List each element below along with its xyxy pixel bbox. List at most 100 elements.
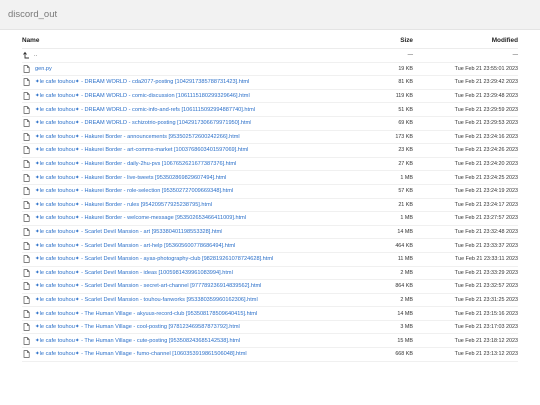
file-icon [22, 241, 31, 250]
file-link[interactable]: ✦le cafe touhou✦ - DREAM WORLD - comic-i… [35, 107, 255, 113]
file-modified: Tue Feb 21 23:29:48 2023 [454, 93, 518, 100]
file-link[interactable]: ✦le cafe touhou✦ - The Human Village - c… [35, 324, 240, 330]
file-row[interactable]: ✦le cafe touhou✦ - The Human Village - a… [22, 307, 518, 321]
title-bar: discord_out [0, 0, 540, 30]
file-modified: Tue Feb 21 23:24:20 2023 [454, 161, 518, 168]
column-modified-header[interactable]: Modified [413, 37, 518, 44]
file-row[interactable]: ✦le cafe touhou✦ - Scarlet Devil Mansion… [22, 253, 518, 267]
file-modified: Tue Feb 21 23:13:12 2023 [454, 351, 518, 358]
file-link[interactable]: ✦le cafe touhou✦ - The Human Village - a… [35, 311, 257, 317]
file-modified: Tue Feb 21 23:18:12 2023 [454, 337, 518, 344]
file-link[interactable]: ✦le cafe touhou✦ - The Human Village - c… [35, 338, 240, 344]
parent-directory-row[interactable]: .. — — [22, 49, 518, 63]
file-icon [22, 201, 31, 209]
file-icon [22, 65, 31, 73]
file-link[interactable]: ✦le cafe touhou✦ - Scarlet Devil Mansion… [35, 243, 235, 249]
file-size: 27 KB [398, 161, 413, 168]
file-link[interactable]: gen.py [35, 66, 52, 72]
file-size: 51 KB [398, 106, 413, 113]
column-name-header[interactable]: Name [22, 37, 373, 44]
file-modified: Tue Feb 21 23:24:16 2023 [454, 133, 518, 140]
file-row[interactable]: gen.py 19 KB Tue Feb 21 23:55:01 2023 [22, 63, 518, 77]
file-size: 1 MB [400, 174, 413, 181]
file-size: 464 KB [395, 242, 413, 249]
file-modified: Tue Feb 21 23:32:48 2023 [454, 229, 518, 236]
file-icon [22, 309, 31, 318]
file-size: 69 KB [398, 120, 413, 127]
file-link[interactable]: ✦le cafe touhou✦ - Scarlet Devil Mansion… [35, 283, 261, 289]
file-row[interactable]: ✦le cafe touhou✦ - Scarlet Devil Mansion… [22, 294, 518, 308]
file-link[interactable]: ✦le cafe touhou✦ - Hakurei Border - art-… [35, 147, 248, 153]
file-row[interactable]: ✦le cafe touhou✦ - DREAM WORLD - comic-i… [22, 103, 518, 117]
file-link[interactable]: ✦le cafe touhou✦ - The Human Village - f… [35, 351, 247, 357]
file-modified: Tue Feb 21 23:29:59 2023 [454, 106, 518, 113]
file-size: 668 KB [395, 351, 413, 358]
file-modified: Tue Feb 21 23:33:11 2023 [455, 256, 518, 263]
file-size: 119 KB [395, 93, 413, 100]
file-link[interactable]: ✦le cafe touhou✦ - Scarlet Devil Mansion… [35, 297, 258, 303]
parent-modified: — [512, 52, 518, 59]
file-modified: Tue Feb 21 23:33:29 2023 [454, 269, 518, 276]
file-link[interactable]: ✦le cafe touhou✦ - DREAM WORLD - comic-d… [35, 93, 250, 99]
file-link[interactable]: ✦le cafe touhou✦ - Hakurei Border - dail… [35, 161, 236, 167]
file-modified: Tue Feb 21 23:55:01 2023 [454, 65, 518, 72]
file-icon [22, 350, 31, 359]
file-size: 864 KB [395, 283, 413, 290]
file-row[interactable]: ✦le cafe touhou✦ - Scarlet Devil Mansion… [22, 267, 518, 281]
file-row[interactable]: ✦le cafe touhou✦ - The Human Village - f… [22, 348, 518, 362]
file-link[interactable]: ✦le cafe touhou✦ - Hakurei Border - anno… [35, 134, 240, 140]
file-link[interactable]: ✦le cafe touhou✦ - DREAM WORLD - cda2077… [35, 79, 249, 85]
file-size: 21 KB [398, 201, 413, 208]
file-listing: Name Size Modified .. — — gen.py 19 KB Tue… [0, 32, 540, 362]
file-icon [22, 105, 31, 114]
file-link[interactable]: ✦le cafe touhou✦ - Hakurei Border - welc… [35, 215, 246, 221]
file-row[interactable]: ✦le cafe touhou✦ - DREAM WORLD - cda2077… [22, 76, 518, 90]
file-row[interactable]: ✦le cafe touhou✦ - Hakurei Border - anno… [22, 131, 518, 145]
file-size: 2 MB [400, 296, 413, 303]
file-size: 2 MB [400, 269, 413, 276]
file-row[interactable]: ✦le cafe touhou✦ - The Human Village - c… [22, 334, 518, 349]
file-icon [22, 214, 31, 223]
file-modified: Tue Feb 21 23:17:03 2023 [454, 324, 518, 331]
file-row[interactable]: ✦le cafe touhou✦ - Hakurei Border - live… [22, 171, 518, 185]
file-modified: Tue Feb 21 23:29:53 2023 [454, 120, 518, 127]
file-icon [22, 78, 31, 87]
file-row[interactable]: ✦le cafe touhou✦ - Hakurei Border - welc… [22, 212, 518, 226]
file-link[interactable]: ✦le cafe touhou✦ - Hakurei Border - role… [35, 188, 233, 194]
folder-up-icon [22, 51, 31, 59]
file-modified: Tue Feb 21 23:33:37 2023 [454, 242, 518, 249]
file-modified: Tue Feb 21 23:24:25 2023 [454, 174, 518, 181]
parent-size: — [407, 52, 413, 59]
file-row[interactable]: ✦le cafe touhou✦ - Hakurei Border - art-… [22, 144, 518, 158]
file-icon [22, 160, 31, 168]
file-icon [22, 255, 31, 263]
file-link[interactable]: ✦le cafe touhou✦ - Scarlet Devil Mansion… [35, 229, 222, 235]
file-link[interactable]: ✦le cafe touhou✦ - Hakurei Border - live… [35, 175, 226, 181]
file-row[interactable]: ✦le cafe touhou✦ - Hakurei Border - dail… [22, 158, 518, 172]
file-size: 173 KB [395, 133, 413, 140]
file-modified: Tue Feb 21 23:24:17 2023 [454, 201, 518, 208]
file-icon [22, 296, 31, 304]
file-row[interactable]: ✦le cafe touhou✦ - DREAM WORLD - comic-d… [22, 90, 518, 104]
file-link[interactable]: ✦le cafe touhou✦ - Scarlet Devil Mansion… [35, 256, 273, 262]
file-icon [22, 228, 31, 236]
file-size: 11 MB [397, 256, 413, 263]
file-row[interactable]: ✦le cafe touhou✦ - The Human Village - c… [22, 321, 518, 335]
file-link[interactable]: ✦le cafe touhou✦ - DREAM WORLD - schizot… [35, 120, 251, 126]
file-row[interactable]: ✦le cafe touhou✦ - DREAM WORLD - schizot… [22, 117, 518, 131]
file-icon [22, 323, 31, 331]
file-row[interactable]: ✦le cafe touhou✦ - Hakurei Border - rule… [22, 199, 518, 213]
parent-directory-link[interactable]: .. [34, 52, 37, 58]
file-row[interactable]: ✦le cafe touhou✦ - Scarlet Devil Mansion… [22, 280, 518, 294]
file-size: 14 MB [397, 229, 413, 236]
file-row[interactable]: ✦le cafe touhou✦ - Scarlet Devil Mansion… [22, 239, 518, 253]
file-modified: Tue Feb 21 23:29:42 2023 [454, 79, 518, 86]
file-row[interactable]: ✦le cafe touhou✦ - Scarlet Devil Mansion… [22, 226, 518, 240]
file-link[interactable]: ✦le cafe touhou✦ - Scarlet Devil Mansion… [35, 270, 233, 276]
file-link[interactable]: ✦le cafe touhou✦ - Hakurei Border - rule… [35, 202, 212, 208]
file-icon [22, 173, 31, 182]
directory-title: discord_out [8, 9, 58, 20]
file-row[interactable]: ✦le cafe touhou✦ - Hakurei Border - role… [22, 185, 518, 199]
file-icon [22, 92, 31, 100]
column-size-header[interactable]: Size [373, 37, 413, 44]
